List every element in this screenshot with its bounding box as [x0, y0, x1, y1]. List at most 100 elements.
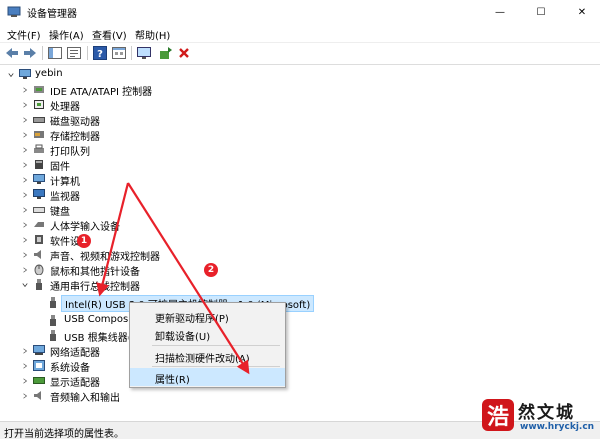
chevron-right-icon[interactable] — [22, 191, 28, 199]
computer-icon — [33, 174, 45, 184]
tree-item[interactable]: 键盘 — [0, 202, 600, 218]
chevron-right-icon[interactable] — [22, 266, 28, 274]
tree-item[interactable]: 人体学输入设备 — [0, 217, 600, 233]
tree-item-label: 鼠标和其他指针设备 — [50, 267, 140, 278]
maximize-button[interactable]: ☐ — [521, 0, 561, 24]
forward-arrow-icon — [24, 48, 36, 58]
menu-item-label: 属性(R) — [155, 375, 190, 386]
audio-icon — [34, 250, 41, 259]
properties-icon — [112, 47, 126, 59]
usb-plug-icon — [50, 315, 56, 326]
tree-item[interactable]: 网络适配器 — [0, 343, 600, 359]
printer-icon — [34, 144, 44, 153]
properties-button[interactable] — [111, 45, 127, 61]
watermark-logo: 浩 — [482, 399, 514, 431]
uninstall-device-button[interactable] — [176, 45, 192, 61]
view-button[interactable] — [66, 45, 82, 61]
menu-scan-hardware[interactable]: 扫描检测硬件改动(A) — [130, 347, 285, 365]
tree-item-label: 显示适配器 — [50, 378, 100, 389]
usb-child-item[interactable]: Intel(R) USB 3.0 可扩展主机控制器 - 1.0 (Microso… — [0, 295, 600, 312]
menu-view[interactable]: 查看(V) — [92, 27, 127, 42]
chevron-right-icon[interactable] — [22, 176, 28, 184]
minimize-button[interactable]: — — [480, 0, 520, 24]
back-arrow-icon — [6, 48, 18, 58]
chevron-right-icon[interactable] — [22, 221, 28, 229]
tree-item[interactable]: 监视器 — [0, 187, 600, 203]
firmware-icon — [35, 160, 43, 169]
tree-item[interactable]: 系统设备 — [0, 358, 600, 374]
tree-root[interactable]: yebin — [0, 67, 600, 82]
audio-io-icon — [34, 391, 41, 400]
tree-item-label: 网络适配器 — [50, 348, 100, 359]
menu-properties[interactable]: 属性(R) — [130, 368, 285, 386]
tree-item[interactable]: 处理器 — [0, 97, 600, 113]
tree-item[interactable]: 声音、视频和游戏控制器 — [0, 247, 600, 263]
menu-help[interactable]: 帮助(H) — [135, 27, 170, 42]
chevron-right-icon[interactable] — [22, 206, 28, 214]
watermark: 浩 然文城 www.hryckj.cn — [480, 398, 598, 436]
tree-item-label: IDE ATA/ATAPI 控制器 — [50, 87, 153, 98]
menu-action[interactable]: 操作(A) — [49, 27, 84, 42]
software-device-icon — [35, 235, 43, 244]
device-manager-icon — [7, 6, 21, 17]
chevron-right-icon[interactable] — [22, 392, 28, 400]
usb-child-item[interactable]: USB 根集线器(U — [0, 328, 600, 344]
tree-item-label: 音频输入和输出 — [50, 393, 120, 404]
tree-item-label: 计算机 — [50, 177, 80, 188]
tree-item-label: 通用串行总线控制器 — [50, 282, 140, 293]
storage-controller-icon — [34, 131, 44, 138]
menu-update-driver[interactable]: 更新驱动程序(P) — [130, 307, 285, 325]
tree-item[interactable]: 显示适配器 — [0, 373, 600, 389]
context-menu: 更新驱动程序(P) 卸载设备(U) 扫描检测硬件改动(A) 属性(R) — [129, 302, 286, 388]
usb-child-label: USB 根集线器(U — [64, 333, 139, 344]
tree-item[interactable]: 鼠标和其他指针设备 — [0, 262, 600, 278]
tree-item[interactable]: 磁盘驱动器 — [0, 112, 600, 128]
menu-file[interactable]: 文件(F) — [7, 27, 41, 42]
window-title: 设备管理器 — [27, 9, 77, 20]
menu-item-label: 扫描检测硬件改动(A) — [155, 354, 250, 365]
chevron-right-icon[interactable] — [22, 236, 28, 244]
tree-item-label: 打印队列 — [50, 147, 90, 158]
scan-hardware-button[interactable] — [136, 45, 152, 61]
red-x-icon — [179, 48, 189, 58]
chevron-right-icon[interactable] — [22, 116, 28, 124]
computer-root-icon — [19, 69, 31, 79]
tree-item[interactable]: 计算机 — [0, 172, 600, 188]
chevron-right-icon[interactable] — [22, 161, 28, 169]
forward-button[interactable] — [22, 45, 38, 61]
usb-plug-icon — [50, 330, 56, 341]
monitor-icon — [33, 189, 45, 199]
menu-bar: 文件(F) 操作(A) 查看(V) 帮助(H) — [0, 24, 600, 43]
tree-item[interactable]: 固件 — [0, 157, 600, 173]
chevron-right-icon[interactable] — [22, 146, 28, 154]
usb-child-item[interactable]: USB Composite — [0, 313, 600, 328]
chevron-right-icon[interactable] — [22, 362, 28, 370]
close-button[interactable]: ✕ — [562, 0, 600, 24]
tree-item[interactable]: 存储控制器 — [0, 127, 600, 143]
tree-item-label: 系统设备 — [50, 363, 90, 374]
tree-item-label: 存储控制器 — [50, 132, 100, 143]
chevron-right-icon[interactable] — [22, 347, 28, 355]
chevron-right-icon[interactable] — [22, 377, 28, 385]
help-button[interactable]: ? — [92, 45, 108, 61]
usb-icon — [36, 279, 42, 290]
tree-item[interactable]: 打印队列 — [0, 142, 600, 158]
help-icon: ? — [93, 46, 107, 60]
menu-item-label: 更新驱动程序(P) — [155, 314, 229, 325]
show-hide-tree-button[interactable] — [47, 45, 63, 61]
chevron-right-icon[interactable] — [22, 86, 28, 94]
chevron-right-icon[interactable] — [22, 101, 28, 109]
tree-item[interactable]: 通用串行总线控制器 — [0, 277, 600, 293]
hid-icon — [34, 222, 44, 227]
back-button[interactable] — [4, 45, 20, 61]
chevron-down-icon[interactable] — [8, 71, 14, 79]
update-driver-button[interactable] — [158, 45, 174, 61]
chevron-right-icon[interactable] — [22, 131, 28, 139]
maximize-icon: ☐ — [536, 6, 546, 18]
tree-root-label: yebin — [35, 68, 63, 79]
watermark-name: 然文城 — [518, 403, 575, 423]
chevron-down-icon[interactable] — [22, 281, 28, 289]
tree-item[interactable]: IDE ATA/ATAPI 控制器 — [0, 82, 600, 98]
menu-uninstall-device[interactable]: 卸载设备(U) — [130, 325, 285, 343]
chevron-right-icon[interactable] — [22, 251, 28, 259]
